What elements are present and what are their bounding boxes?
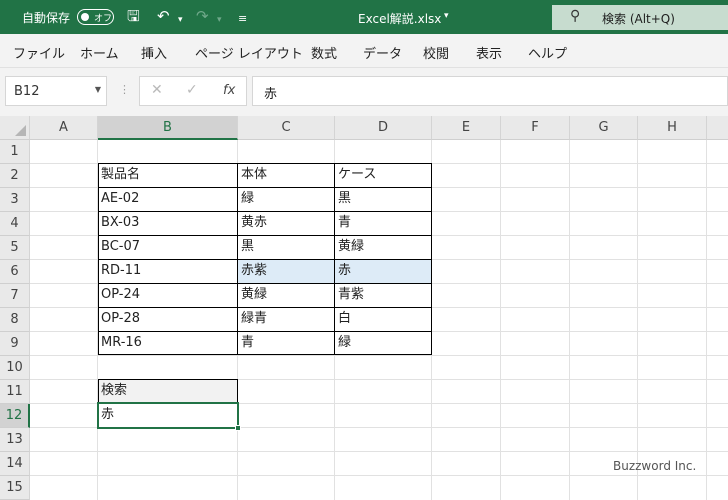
- row-header-5[interactable]: 5: [0, 236, 30, 260]
- redo-dropdown-icon[interactable]: ▾: [217, 12, 222, 29]
- row-header-14[interactable]: 14: [0, 452, 30, 476]
- formula-buttons: ✕ ✓ fx: [139, 76, 247, 106]
- column-header-a[interactable]: A: [30, 116, 98, 140]
- row-header-12[interactable]: 12: [0, 404, 30, 428]
- search-box[interactable]: ⚲ 検索 (Alt+Q): [552, 5, 728, 30]
- cell-c8[interactable]: 緑青: [238, 307, 334, 331]
- watermark: Buzzword Inc.: [613, 459, 697, 473]
- cell-b4[interactable]: BX-03: [98, 211, 237, 235]
- row-header-4[interactable]: 4: [0, 212, 30, 236]
- tab-home[interactable]: ホーム: [80, 43, 119, 62]
- select-all-button[interactable]: [0, 116, 30, 140]
- row-header-8[interactable]: 8: [0, 308, 30, 332]
- insert-function-icon[interactable]: fx: [223, 83, 235, 98]
- tab-formulas[interactable]: 数式: [311, 43, 337, 62]
- autosave-label: 自動保存: [22, 11, 71, 25]
- tab-file[interactable]: ファイル: [13, 43, 65, 62]
- cell-b7[interactable]: OP-24: [98, 283, 237, 307]
- cell-b9[interactable]: MR-16: [98, 331, 237, 355]
- row-header-9[interactable]: 9: [0, 332, 30, 356]
- name-box-value: B12: [14, 84, 40, 99]
- column-header-d[interactable]: D: [335, 116, 432, 140]
- column-header-c[interactable]: C: [238, 116, 335, 140]
- document-title[interactable]: Excel解説.xlsx: [358, 10, 441, 27]
- gridline: [30, 451, 728, 452]
- row-header-1[interactable]: 1: [0, 140, 30, 164]
- cell-b6[interactable]: RD-11: [98, 259, 237, 283]
- cell-c6[interactable]: 赤紫: [238, 259, 334, 283]
- formula-input-value: 赤: [264, 87, 278, 102]
- formula-input[interactable]: 赤: [252, 76, 728, 106]
- gridline: [30, 475, 728, 476]
- cell-c7[interactable]: 黄緑: [238, 283, 334, 307]
- cell-d9[interactable]: 緑: [335, 331, 431, 355]
- cell-d8[interactable]: 白: [335, 307, 431, 331]
- name-box[interactable]: B12 ▼: [5, 76, 107, 106]
- gridline: [637, 140, 638, 500]
- row-header-7[interactable]: 7: [0, 284, 30, 308]
- column-header-f[interactable]: F: [501, 116, 570, 140]
- customize-qat-icon[interactable]: ≡: [238, 10, 247, 27]
- save-icon[interactable]: 🖫: [127, 8, 140, 25]
- title-bar: 自動保存 オフ 🖫 ↶ ▾ ↷ ▾ ≡ Excel解説.xlsx ▾ ⚲ 検索 …: [0, 0, 728, 34]
- cell-c4[interactable]: 黄赤: [238, 211, 334, 235]
- column-header-b[interactable]: B: [98, 116, 238, 140]
- gridline: [706, 140, 707, 500]
- cell-c2[interactable]: 本体: [238, 163, 334, 187]
- undo-dropdown-icon[interactable]: ▾: [178, 12, 183, 29]
- search-label: 検索 (Alt+Q): [602, 12, 675, 26]
- ribbon-tabs: ファイル ホーム 挿入 ページ レイアウト 数式 データ 校閲 表示 ヘルプ: [0, 34, 728, 68]
- cell-b8[interactable]: OP-28: [98, 307, 237, 331]
- row-header-11[interactable]: 11: [0, 380, 30, 404]
- cell-d4[interactable]: 青: [335, 211, 431, 235]
- tab-page-layout[interactable]: ページ レイアウト: [195, 43, 303, 62]
- gridline: [30, 355, 728, 356]
- row-header-2[interactable]: 2: [0, 164, 30, 188]
- enter-icon[interactable]: ✓: [186, 82, 198, 98]
- cell-d5[interactable]: 黄緑: [335, 235, 431, 259]
- more-options-icon: ⋮: [119, 83, 130, 96]
- cell-b2[interactable]: 製品名: [98, 163, 237, 187]
- row-header-15[interactable]: 15: [0, 476, 30, 500]
- row-header-6[interactable]: 6: [0, 260, 30, 284]
- column-header-h[interactable]: H: [638, 116, 707, 140]
- cell-d3[interactable]: 黒: [335, 187, 431, 211]
- row-header-3[interactable]: 3: [0, 188, 30, 212]
- cell-d6[interactable]: 赤: [335, 259, 431, 283]
- tab-help[interactable]: ヘルプ: [528, 43, 567, 62]
- cell-d7[interactable]: 青紫: [335, 283, 431, 307]
- cell-b5[interactable]: BC-07: [98, 235, 237, 259]
- cell-c5[interactable]: 黒: [238, 235, 334, 259]
- cell-c3[interactable]: 緑: [238, 187, 334, 211]
- search-icon: ⚲: [570, 8, 581, 24]
- row-header-13[interactable]: 13: [0, 428, 30, 452]
- chevron-down-icon[interactable]: ▾: [444, 11, 449, 21]
- cancel-icon[interactable]: ✕: [151, 82, 163, 98]
- chevron-down-icon[interactable]: ▼: [95, 85, 101, 94]
- cell-b3[interactable]: AE-02: [98, 187, 237, 211]
- column-header-e[interactable]: E: [432, 116, 501, 140]
- cell-d2[interactable]: ケース: [335, 163, 431, 187]
- column-header-g[interactable]: G: [570, 116, 638, 140]
- column-header-partial[interactable]: [707, 116, 728, 140]
- cell-b11[interactable]: 検索: [98, 379, 237, 403]
- redo-icon[interactable]: ↷: [196, 8, 209, 25]
- select-all-icon: [15, 125, 26, 136]
- toggle-knob: [81, 13, 89, 21]
- tab-insert[interactable]: 挿入: [141, 43, 167, 62]
- gridline: [500, 140, 501, 500]
- fill-handle[interactable]: [235, 425, 241, 431]
- formula-bar: B12 ▼ ⋮ ✕ ✓ fx 赤: [0, 68, 728, 116]
- tab-review[interactable]: 校閲: [423, 43, 449, 62]
- gridline: [569, 140, 570, 500]
- cell-c9[interactable]: 青: [238, 331, 334, 355]
- tab-data[interactable]: データ: [363, 43, 402, 62]
- undo-icon[interactable]: ↶: [157, 8, 170, 25]
- autosave-toggle[interactable]: オフ: [77, 9, 114, 25]
- row-header-10[interactable]: 10: [0, 356, 30, 380]
- autosave-state: オフ: [94, 14, 113, 24]
- active-cell-border: [97, 402, 239, 429]
- tab-view[interactable]: 表示: [476, 43, 502, 62]
